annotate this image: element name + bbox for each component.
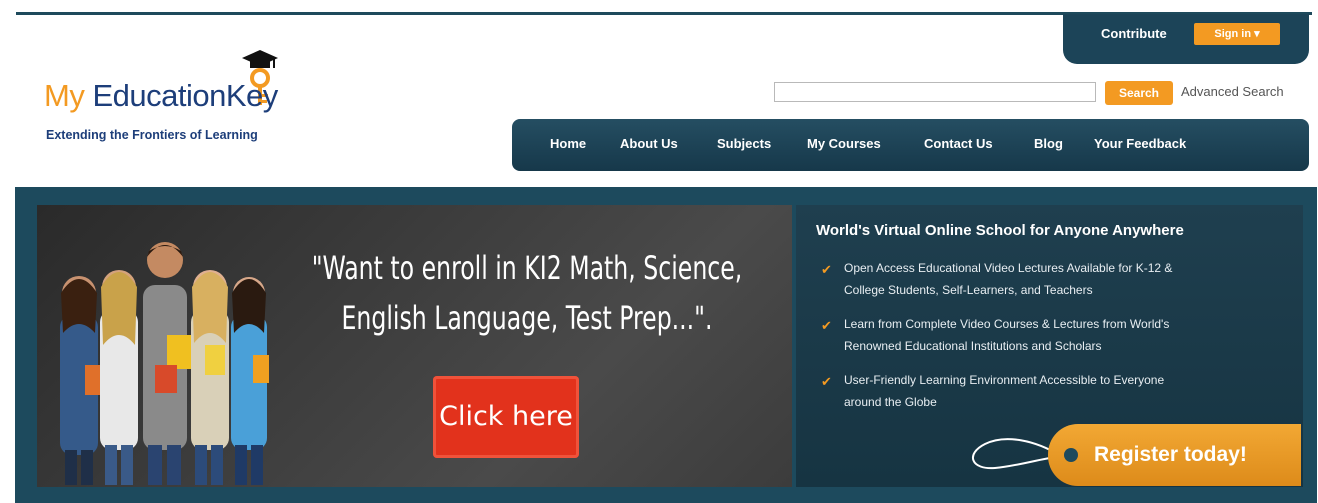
register-today-button[interactable]: Register today! xyxy=(1048,424,1301,486)
site-logo[interactable]: My EducationKey Extending the Frontiers … xyxy=(44,48,344,158)
tag-hole xyxy=(1064,448,1078,462)
nav-my-courses[interactable]: My Courses xyxy=(807,136,881,151)
checkmark-icon: ✔ xyxy=(821,318,832,333)
click-here-button[interactable]: Click here xyxy=(433,376,579,458)
features-title: World's Virtual Online School for Anyone… xyxy=(816,222,1184,239)
nav-home[interactable]: Home xyxy=(550,136,586,151)
logo-wordmark: My EducationKey xyxy=(44,78,278,113)
search-input[interactable] xyxy=(774,82,1096,102)
promo-text: "Want to enroll in KI2 Math, Science, En… xyxy=(306,243,749,343)
main-nav: Home About Us Subjects My Courses Contac… xyxy=(512,119,1309,171)
feature-item: ✔ Learn from Complete Video Courses & Le… xyxy=(821,317,1170,353)
nav-about-us[interactable]: About Us xyxy=(620,136,678,151)
feature-item: ✔ Open Access Educational Video Lectures… xyxy=(821,261,1173,297)
advanced-search-link[interactable]: Advanced Search xyxy=(1181,84,1284,99)
sign-in-button[interactable]: Sign in ▾ xyxy=(1194,23,1280,45)
contribute-link[interactable]: Contribute xyxy=(1101,26,1167,41)
students-image xyxy=(60,242,269,485)
checkmark-icon: ✔ xyxy=(821,262,832,277)
nav-blog[interactable]: Blog xyxy=(1034,136,1063,151)
account-bar: Contribute Sign in ▾ xyxy=(1063,14,1309,64)
feature-item: ✔ User-Friendly Learning Environment Acc… xyxy=(821,373,1165,409)
logo-tagline: Extending the Frontiers of Learning xyxy=(46,128,258,142)
nav-subjects[interactable]: Subjects xyxy=(717,136,771,151)
search-button[interactable]: Search xyxy=(1105,81,1173,105)
checkmark-icon: ✔ xyxy=(821,374,832,389)
promo-panel: "Want to enroll in KI2 Math, Science, En… xyxy=(37,205,792,487)
nav-your-feedback[interactable]: Your Feedback xyxy=(1094,136,1186,151)
nav-contact-us[interactable]: Contact Us xyxy=(924,136,993,151)
promo-line-2: English Language, Test Prep...". xyxy=(341,299,713,337)
promo-line-1: "Want to enroll in KI2 Math, Science, xyxy=(311,249,743,287)
